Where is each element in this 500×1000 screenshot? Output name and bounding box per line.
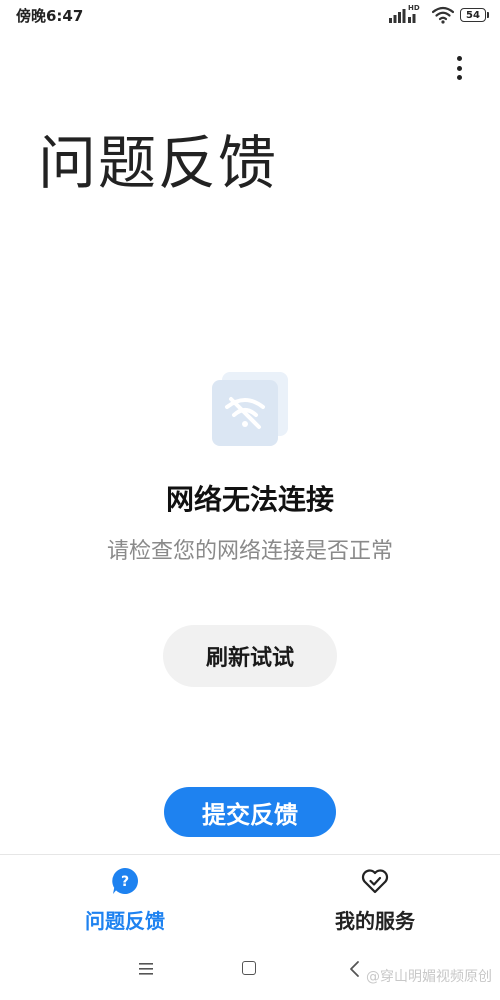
menu-icon[interactable]	[138, 962, 154, 976]
tab-my-services-label: 我的服务	[335, 909, 415, 933]
question-bubble-icon: ?	[112, 868, 138, 894]
battery-icon: 54	[460, 8, 489, 22]
status-time: 傍晚6:47	[16, 7, 84, 25]
screen: 傍晚6:47 HD 54 问题反馈 网络无法连接 请检查您的网络连接是否正常 刷…	[0, 0, 500, 1000]
status-bar: 傍晚6:47 HD 54	[0, 0, 500, 32]
network-type-label: HD	[408, 4, 420, 12]
page-title: 问题反馈	[38, 129, 279, 197]
refresh-button[interactable]: 刷新试试	[163, 625, 337, 687]
tab-my-services[interactable]: 我的服务	[250, 855, 500, 941]
wifi-icon	[432, 6, 454, 24]
error-subtitle: 请检查您的网络连接是否正常	[106, 539, 393, 564]
heart-check-icon	[361, 869, 389, 894]
svg-text:?: ?	[121, 874, 129, 890]
tab-feedback-label: 问题反馈	[85, 909, 165, 933]
status-icons: HD 54	[388, 4, 489, 26]
watermark: @穿山明媚视频原创	[366, 969, 492, 985]
more-options-icon[interactable]	[452, 56, 466, 80]
home-icon[interactable]	[242, 961, 256, 975]
tab-bar: ? 问题反馈 我的服务	[0, 854, 500, 941]
signal-icon: HD	[388, 4, 426, 25]
wifi-off-icon	[212, 372, 288, 446]
back-icon[interactable]	[348, 960, 360, 978]
tab-feedback[interactable]: ? 问题反馈	[0, 855, 250, 941]
error-title: 网络无法连接	[165, 483, 334, 516]
battery-level: 54	[466, 9, 480, 21]
submit-feedback-button[interactable]: 提交反馈	[164, 787, 336, 837]
